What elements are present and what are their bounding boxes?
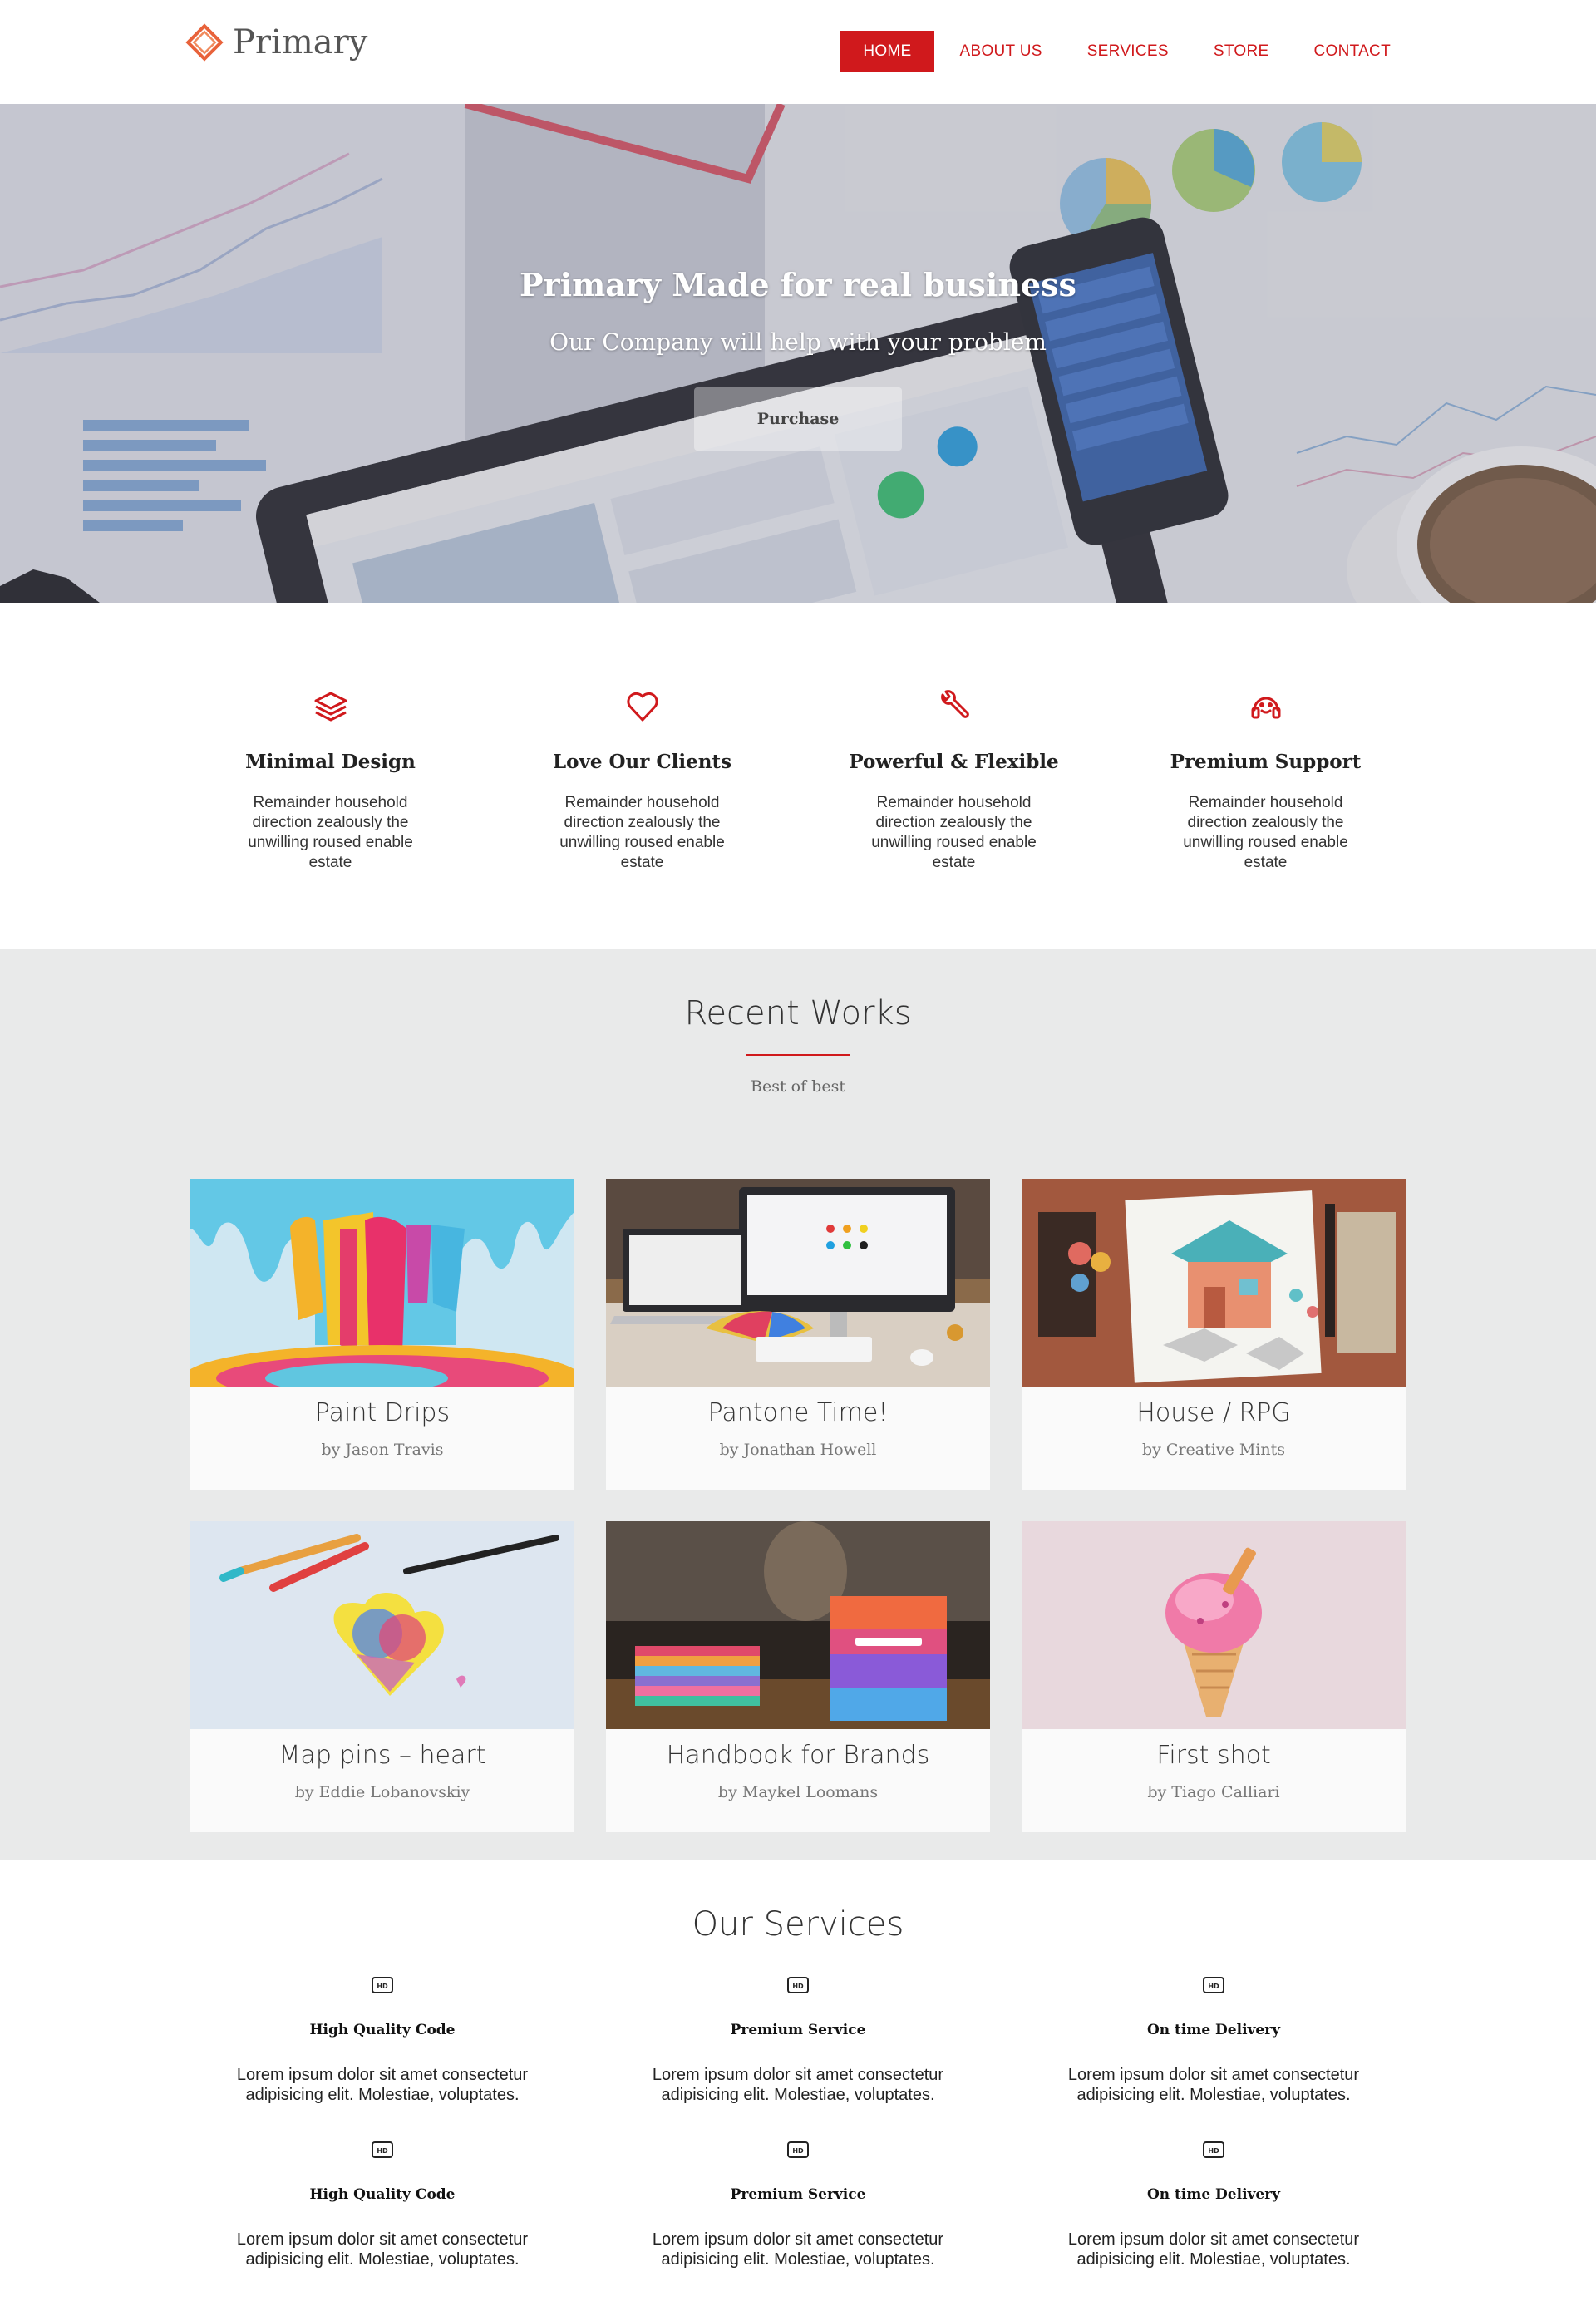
hd-icon: HD [372, 1977, 393, 1993]
hd-icon: HD [787, 1977, 809, 1993]
diamond-logo-icon [185, 23, 224, 62]
brand-link[interactable]: Primary [183, 21, 367, 64]
hero-section: Primary Made for real business Our Compa… [0, 104, 1596, 603]
nav-about-us[interactable]: ABOUT US [938, 31, 1065, 72]
card-title: First shot [1156, 1741, 1271, 1770]
feature-text: Remainder household direction zealously … [559, 794, 725, 871]
work-card[interactable]: Paint Drips by Jason Travis [190, 1179, 574, 1490]
feature-title: Premium Support [1170, 751, 1362, 773]
layers-icon [314, 692, 347, 722]
service-text: Lorem ipsum dolor sit amet consectetur a… [1067, 2066, 1360, 2104]
card-author: by Creative Mints [1141, 1441, 1285, 1459]
card-author: by Eddie Lobanovskiy [294, 1783, 470, 1801]
work-card[interactable]: First shot by Tiago Calliari [1022, 1521, 1406, 1832]
svg-text:HD: HD [792, 1983, 804, 1990]
card-author: by Maykel Loomans [717, 1783, 879, 1801]
svg-text:HD: HD [1208, 1983, 1219, 1990]
nav-services[interactable]: SERVICES [1065, 31, 1191, 72]
card-title: Handbook for Brands [666, 1741, 930, 1770]
work-card[interactable]: Handbook for Brands by Maykel Loomans [606, 1521, 990, 1832]
service-item: HD Premium Service Lorem ipsum dolor sit… [590, 2138, 1006, 2269]
pantone-time-image [606, 1179, 990, 1387]
hd-icon: HD [787, 2141, 809, 2158]
feature-text: Remainder household direction zealously … [1183, 794, 1348, 871]
first-shot-image [1022, 1521, 1406, 1729]
service-text: Lorem ipsum dolor sit amet consectetur a… [652, 2066, 944, 2104]
feature-title: Love Our Clients [552, 751, 732, 773]
hero-content: Primary Made for real business Our Compa… [0, 266, 1596, 451]
section-title: Recent Works [684, 994, 912, 1032]
feature-text: Remainder household direction zealously … [871, 794, 1037, 871]
hd-icon: HD [372, 2141, 393, 2158]
hero-subtitle: Our Company will help with your problem [549, 328, 1047, 356]
service-item: HD High Quality Code Lorem ipsum dolor s… [175, 1974, 590, 2105]
hd-icon: HD [1203, 1977, 1224, 1993]
card-author: by Jason Travis [321, 1441, 444, 1459]
paint-drips-image [190, 1179, 574, 1387]
service-title: On time Delivery [1146, 2186, 1281, 2203]
feature-premium-support: Premium Support Remainder household dire… [1110, 686, 1421, 873]
nav-contact[interactable]: CONTACT [1291, 31, 1413, 72]
card-author: by Jonathan Howell [719, 1441, 877, 1459]
nav-home[interactable]: HOME [840, 31, 934, 72]
service-title: Premium Service [730, 2022, 866, 2038]
section-title: Our Services [692, 1905, 904, 1944]
feature-title: Minimal Design [245, 751, 416, 773]
navbar: Primary HOME ABOUT US SERVICES STORE CON… [0, 0, 1596, 104]
nav-store[interactable]: STORE [1191, 31, 1292, 72]
service-text: Lorem ipsum dolor sit amet consectetur a… [236, 2230, 529, 2269]
services-section: Our Services HD High Quality Code Lorem … [0, 1860, 1596, 2316]
service-title: On time Delivery [1146, 2022, 1281, 2038]
feature-title: Powerful & Flexible [849, 751, 1059, 773]
svg-text:HD: HD [377, 2147, 388, 2155]
svg-text:HD: HD [377, 1983, 388, 1990]
purchase-button[interactable]: Purchase [694, 387, 902, 451]
service-item: HD On time Delivery Lorem ipsum dolor si… [1006, 1974, 1421, 2105]
service-item: HD On time Delivery Lorem ipsum dolor si… [1006, 2138, 1421, 2269]
work-card[interactable]: Map pins – heart by Eddie Lobanovskiy [190, 1521, 574, 1832]
recent-works-section: Recent Works Best of best Paint Drips by… [0, 949, 1596, 1860]
service-text: Lorem ipsum dolor sit amet consectetur a… [652, 2230, 944, 2269]
feature-text: Remainder household direction zealously … [248, 794, 413, 871]
work-card[interactable]: Pantone Time! by Jonathan Howell [606, 1179, 990, 1490]
headset-icon [1251, 697, 1280, 719]
work-card[interactable]: House / RPG by Creative Mints [1022, 1179, 1406, 1490]
map-pins-heart-image [190, 1521, 574, 1729]
services-grid: HD High Quality Code Lorem ipsum dolor s… [175, 1974, 1421, 2269]
service-title: Premium Service [730, 2186, 866, 2203]
service-title: High Quality Code [309, 2186, 456, 2203]
feature-minimal-design: Minimal Design Remainder household direc… [175, 686, 486, 873]
service-item: HD Premium Service Lorem ipsum dolor sit… [590, 1974, 1006, 2105]
heart-icon [626, 692, 658, 722]
service-title: High Quality Code [309, 2022, 456, 2038]
main-nav: HOME ABOUT US SERVICES STORE CONTACT [840, 31, 1413, 72]
brand-name: Primary [233, 23, 368, 62]
hd-icon: HD [1203, 2141, 1224, 2158]
card-title: Paint Drips [314, 1398, 451, 1427]
wrench-icon [940, 690, 969, 718]
feature-love-our-clients: Love Our Clients Remainder household dir… [486, 686, 798, 873]
section-subtitle: Best of best [751, 1077, 845, 1096]
section-divider [746, 1054, 850, 1056]
service-text: Lorem ipsum dolor sit amet consectetur a… [236, 2066, 529, 2104]
feature-powerful-flexible: Powerful & Flexible Remainder household … [798, 686, 1110, 873]
service-text: Lorem ipsum dolor sit amet consectetur a… [1067, 2230, 1360, 2269]
card-title: Pantone Time! [707, 1398, 889, 1427]
hero-title: Primary Made for real business [520, 266, 1076, 303]
works-grid: Paint Drips by Jason Travis Pantone Time… [190, 1179, 1406, 1832]
card-title: Map pins – heart [278, 1741, 486, 1770]
service-item: HD High Quality Code Lorem ipsum dolor s… [175, 2138, 590, 2269]
svg-text:HD: HD [792, 2147, 804, 2155]
card-title: House / RPG [1136, 1398, 1291, 1427]
features-section: Minimal Design Remainder household direc… [0, 603, 1596, 949]
house-rpg-image [1022, 1179, 1406, 1387]
svg-text:HD: HD [1208, 2147, 1219, 2155]
card-author: by Tiago Calliari [1147, 1783, 1280, 1801]
handbook-for-brands-image [606, 1521, 990, 1729]
